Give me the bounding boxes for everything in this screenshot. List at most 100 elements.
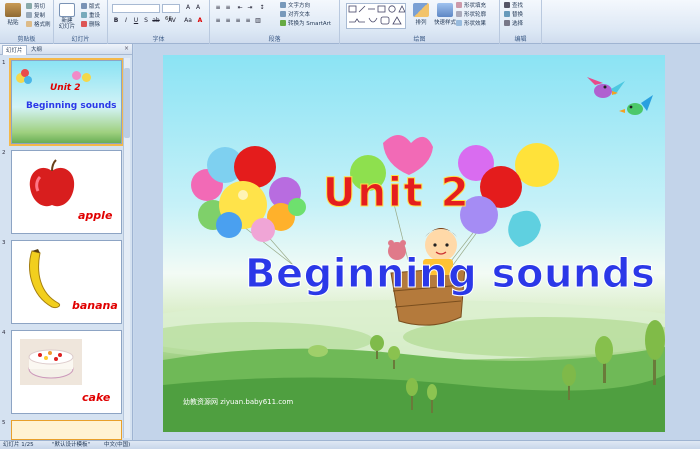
- align-center-button[interactable]: ≡: [224, 17, 232, 25]
- quick-styles-icon: [437, 3, 453, 17]
- line-spacing-button[interactable]: ↕: [258, 4, 266, 12]
- apple-icon: [29, 159, 75, 207]
- paragraph-group: ≡ ≡ ⇤ ⇥ ↕ ≡ ≡ ≡ ≡ ▥ 文字方向 对齐文本 转换为 SmartA…: [210, 0, 340, 44]
- font-label: 字体: [152, 36, 165, 43]
- delete-slide-button[interactable]: 删除: [81, 21, 100, 29]
- thumbnail-word: banana: [72, 299, 118, 312]
- font-name-select[interactable]: [112, 4, 160, 13]
- paragraph-label: 段落: [268, 36, 281, 43]
- smartart-icon: [280, 20, 286, 26]
- clipboard-label: 剪贴板: [17, 36, 36, 43]
- shapes-gallery[interactable]: [346, 3, 406, 29]
- bullets-button[interactable]: ≡: [214, 4, 222, 12]
- slide-title-line-1[interactable]: Unit 2: [323, 170, 471, 217]
- balloon-cluster-left: [191, 146, 306, 266]
- panel-scrollbar[interactable]: [123, 58, 130, 438]
- editing-group: 查找 替换 选择 编辑: [500, 0, 542, 44]
- cake-photo: [20, 339, 82, 385]
- layout-button[interactable]: 版式: [81, 3, 100, 11]
- ribbon: 粘贴 剪切 复制 格式刷 剪贴板 新建 幻灯片 版式 重设 删除 幻灯片 66 …: [0, 0, 700, 44]
- new-slide-button[interactable]: 新建 幻灯片: [56, 3, 78, 33]
- paste-button[interactable]: 粘贴: [2, 3, 24, 33]
- thumbnail-word: cake: [82, 391, 111, 404]
- replace-button[interactable]: 替换: [504, 11, 523, 19]
- copy-button[interactable]: 复制: [26, 12, 45, 20]
- align-left-button[interactable]: ≡: [214, 17, 222, 25]
- delete-icon: [81, 21, 87, 27]
- cut-button[interactable]: 剪切: [26, 3, 45, 11]
- text-direction-icon: [280, 2, 286, 8]
- strikethrough-button[interactable]: ab: [152, 17, 160, 25]
- slide-title-line-2[interactable]: Beginning sounds: [244, 251, 655, 298]
- char-spacing-button[interactable]: AV: [168, 17, 176, 25]
- banana-icon: [29, 249, 61, 308]
- editing-label: 编辑: [514, 36, 527, 43]
- columns-button[interactable]: ▥: [254, 17, 262, 25]
- slides-group: 新建 幻灯片 版式 重设 删除 幻灯片: [54, 0, 108, 44]
- fill-bucket-icon: [456, 2, 462, 8]
- slide-thumbnail-5[interactable]: [11, 420, 122, 440]
- select-button[interactable]: 选择: [504, 20, 523, 28]
- copy-icon: [26, 12, 32, 18]
- decrease-indent-button[interactable]: ⇤: [236, 4, 244, 12]
- smartart-button[interactable]: 转换为 SmartArt: [280, 20, 331, 28]
- brush-icon: [26, 21, 32, 27]
- language-indicator[interactable]: 中文(中国): [104, 441, 130, 449]
- slide-counter: 幻灯片 1/25: [3, 442, 34, 448]
- slide-thumbnail-3[interactable]: banana: [11, 240, 122, 324]
- find-button[interactable]: 查找: [504, 2, 523, 10]
- tab-outline[interactable]: 大纲: [28, 45, 45, 55]
- numbering-button[interactable]: ≡: [224, 4, 232, 12]
- underline-button[interactable]: U: [132, 17, 140, 25]
- bird-icon: [587, 77, 625, 98]
- shape-effects-button[interactable]: 形状效果: [456, 20, 486, 28]
- replace-icon: [504, 11, 510, 17]
- scrollbar-thumb[interactable]: [124, 68, 130, 138]
- bird-icon: [619, 95, 653, 115]
- align-text-button[interactable]: 对齐文本: [280, 11, 310, 19]
- text-direction-button[interactable]: 文字方向: [280, 2, 310, 10]
- reset-button[interactable]: 重设: [81, 12, 100, 20]
- balloon-icon: [82, 73, 91, 82]
- font-size-select[interactable]: 66: [162, 4, 180, 22]
- align-right-button[interactable]: ≡: [234, 17, 242, 25]
- theme-name: "默认设计模板": [52, 442, 91, 448]
- panel-tabs: 幻灯片 大纲 ×: [0, 44, 132, 55]
- quick-styles-button[interactable]: 快速样式: [434, 3, 456, 33]
- format-painter-button[interactable]: 格式刷: [26, 21, 51, 29]
- font-group: 66 A A B I U S ab AV Aa A 字体: [108, 0, 210, 44]
- shrink-font-button[interactable]: A: [194, 4, 202, 12]
- font-color-button[interactable]: A: [196, 17, 204, 25]
- bold-button[interactable]: B: [112, 17, 120, 25]
- slide-number: 2: [2, 150, 6, 156]
- justify-button[interactable]: ≡: [244, 17, 252, 25]
- drawing-label: 绘图: [413, 36, 426, 43]
- slide-number: 4: [2, 330, 6, 336]
- italic-button[interactable]: I: [122, 17, 130, 25]
- balloon-icon: [24, 76, 32, 84]
- drawing-group: 排列 快速样式 形状填充 形状轮廓 形状效果 绘图: [340, 0, 500, 44]
- slide-thumbnail-4[interactable]: cake: [11, 330, 122, 414]
- cursor-icon: [504, 20, 510, 26]
- slide-number: 3: [2, 240, 6, 246]
- scissors-icon: [26, 3, 32, 9]
- shape-fill-button[interactable]: 形状填充: [456, 2, 486, 10]
- change-case-button[interactable]: Aa: [184, 17, 192, 25]
- slide-thumbnail-1[interactable]: Unit 2 Beginning sounds: [9, 58, 124, 146]
- slide-thumbnail-2[interactable]: apple: [11, 150, 122, 234]
- grow-font-button[interactable]: A: [184, 4, 192, 12]
- layout-icon: [81, 3, 87, 9]
- slide-canvas[interactable]: Unit 2 Beginning sounds 幼教资源网 ziyuan.bab…: [163, 55, 665, 432]
- shape-outline-button[interactable]: 形状轮廓: [456, 11, 486, 19]
- status-bar: 幻灯片 1/25 "默认设计模板" 中文(中国): [0, 440, 700, 449]
- slides-label: 幻灯片: [71, 36, 90, 43]
- arrange-button[interactable]: 排列: [410, 3, 432, 33]
- increase-indent-button[interactable]: ⇥: [246, 4, 254, 12]
- slides-panel: 幻灯片 大纲 × 1 Unit 2 Beginning sounds 2 app…: [0, 44, 133, 440]
- close-icon[interactable]: ×: [124, 45, 129, 52]
- shadow-button[interactable]: S: [142, 17, 150, 25]
- slide-number: 1: [2, 60, 6, 66]
- reset-icon: [81, 12, 87, 18]
- tab-slides[interactable]: 幻灯片: [2, 45, 27, 55]
- align-text-icon: [280, 11, 286, 17]
